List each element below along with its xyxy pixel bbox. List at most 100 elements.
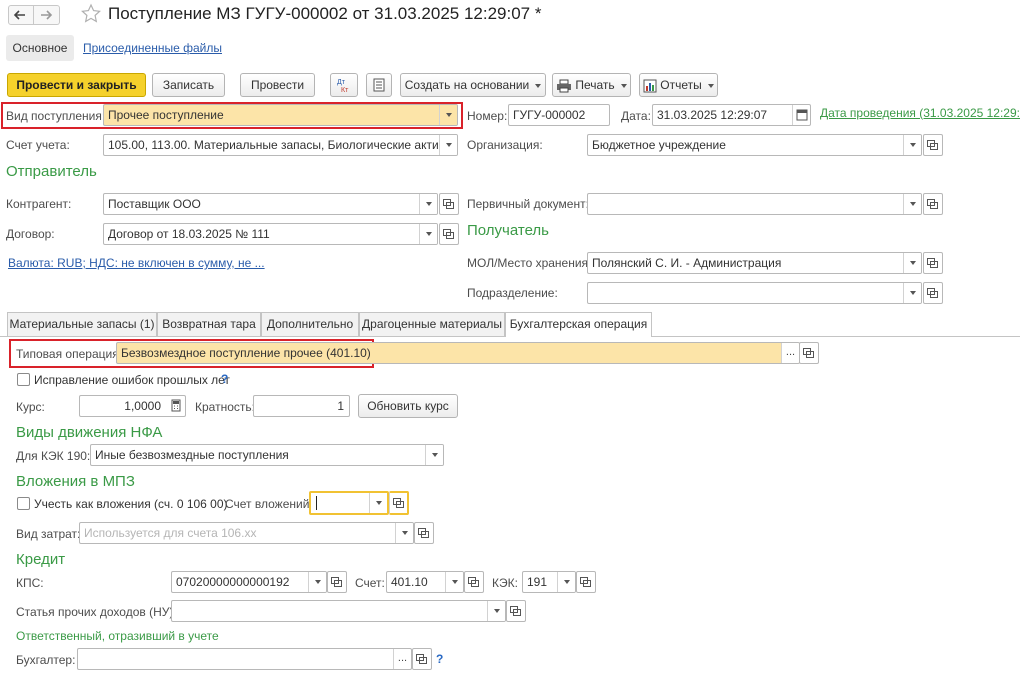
create-based-on-button[interactable]: Создать на основании (400, 73, 546, 97)
chevron-down-icon[interactable] (445, 572, 463, 592)
save-button[interactable]: Записать (152, 73, 225, 97)
investment-account-open-button[interactable] (389, 491, 409, 515)
nav-tab-attached-files[interactable]: Присоединенные файлы (83, 41, 222, 55)
primary-doc-select[interactable] (587, 193, 922, 215)
chevron-down-icon[interactable] (487, 601, 505, 621)
forward-button[interactable] (34, 5, 60, 25)
chevron-down-icon[interactable] (395, 523, 413, 543)
counterparty-select[interactable]: Поставщик ООО (103, 193, 438, 215)
kek-190-select[interactable]: Иные безвозмездные поступления (90, 444, 444, 466)
primary-doc-open-button[interactable] (923, 193, 943, 215)
print-button[interactable]: Печать (552, 73, 631, 97)
investment-account-select[interactable] (309, 491, 389, 515)
organization-label: Организация: (467, 138, 543, 152)
date-input[interactable]: 31.03.2025 12:29:07 (652, 104, 811, 126)
chevron-down-icon[interactable] (439, 105, 457, 125)
rate-input[interactable]: 1,0000 (79, 395, 186, 417)
counterparty-label: Контрагент: (6, 197, 72, 211)
post-button[interactable]: Провести (240, 73, 315, 97)
chevron-down-icon (707, 83, 714, 88)
number-label: Номер: (467, 109, 508, 123)
chevron-down-icon[interactable] (903, 253, 921, 273)
counterparty-open-button[interactable] (439, 193, 459, 215)
dt-kt-icon: ДтКт (337, 79, 349, 94)
other-income-open-button[interactable] (506, 600, 526, 622)
investments-section-title: Вложения в МПЗ (16, 473, 135, 490)
typical-operation-open-button[interactable] (799, 342, 819, 364)
list-button[interactable] (366, 73, 392, 97)
investment-account-label: Счет вложений: (225, 497, 313, 511)
text-cursor (316, 496, 317, 510)
tab-precious-materials[interactable]: Драгоценные материалы (359, 312, 505, 336)
mol-select[interactable]: Полянский С. И. - Администрация (587, 252, 922, 274)
chevron-down-icon (620, 83, 627, 88)
chevron-down-icon[interactable] (903, 283, 921, 303)
account-select[interactable]: 105.00, 113.00. Материальные запасы, Био… (103, 134, 458, 156)
tab-accounting-operation[interactable]: Бухгалтерская операция (505, 312, 652, 337)
organization-open-button[interactable] (923, 134, 943, 156)
cost-type-open-button[interactable] (414, 522, 434, 544)
back-button[interactable] (8, 5, 34, 25)
contract-open-button[interactable] (439, 223, 459, 245)
kps-select[interactable]: 07020000000000192 (171, 571, 327, 593)
cost-type-select[interactable]: Используется для счета 106.хх (79, 522, 414, 544)
number-input[interactable]: ГУГУ-000002 (508, 104, 610, 126)
accountant-open-button[interactable] (412, 648, 432, 670)
report-chart-icon (643, 79, 657, 93)
more-ellipsis-icon[interactable]: ... (393, 649, 411, 669)
credit-kek-open-button[interactable] (576, 571, 596, 593)
kek-190-label: Для КЭК 190: (16, 449, 91, 463)
account-label: Счет учета: (6, 138, 70, 152)
tab-additional[interactable]: Дополнительно (261, 312, 359, 336)
tab-material-stocks[interactable]: Материальные запасы (1) (7, 312, 157, 336)
chevron-down-icon[interactable] (419, 194, 437, 214)
typical-operation-select[interactable]: Безвозмездное поступление прочее (401.10… (116, 342, 800, 364)
credit-account-label: Счет: (355, 576, 385, 590)
chevron-down-icon[interactable] (425, 445, 443, 465)
fix-errors-checkbox[interactable] (17, 373, 30, 386)
credit-section-title: Кредит (16, 551, 66, 568)
contract-select[interactable]: Договор от 18.03.2025 № 111 (103, 223, 438, 245)
receipt-type-select[interactable]: Прочее поступление (103, 104, 458, 126)
chevron-down-icon[interactable] (308, 572, 326, 592)
calculator-icon[interactable] (167, 396, 185, 416)
chevron-down-icon[interactable] (419, 224, 437, 244)
chevron-down-icon[interactable] (557, 572, 575, 592)
kps-open-button[interactable] (327, 571, 347, 593)
accountant-label: Бухгалтер: (16, 653, 76, 667)
other-income-select[interactable] (171, 600, 506, 622)
credit-kek-select[interactable]: 191 (522, 571, 576, 593)
credit-account-select[interactable]: 401.10 (386, 571, 464, 593)
fix-errors-label: Исправление ошибок прошлых лет (34, 373, 230, 387)
posting-date-link[interactable]: Дата проведения (31.03.2025 12:29:07) (820, 106, 1020, 120)
more-ellipsis-icon[interactable]: ... (781, 343, 799, 363)
organization-select[interactable]: Бюджетное учреждение (587, 134, 922, 156)
credit-account-open-button[interactable] (464, 571, 484, 593)
fix-errors-help-icon[interactable]: ? (221, 372, 228, 386)
nfa-section-title: Виды движения НФА (16, 424, 163, 441)
chevron-down-icon (535, 83, 542, 88)
reports-button[interactable]: Отчеты (639, 73, 718, 97)
update-rate-button[interactable]: Обновить курс (358, 394, 458, 418)
calendar-icon[interactable] (792, 105, 810, 125)
mol-open-button[interactable] (923, 252, 943, 274)
chevron-down-icon[interactable] (369, 493, 387, 513)
account-as-investments-checkbox[interactable] (17, 497, 30, 510)
favorite-star-icon[interactable] (80, 3, 102, 25)
accountant-select[interactable]: ... (77, 648, 412, 670)
chevron-down-icon[interactable] (439, 135, 457, 155)
accountant-help-icon[interactable]: ? (436, 652, 443, 666)
mol-label: МОЛ/Место хранения: (467, 256, 592, 270)
dt-kt-button[interactable]: Дт Кт (330, 73, 358, 97)
currency-vat-link[interactable]: Валюта: RUB; НДС: не включен в сумму, не… (8, 256, 265, 270)
post-and-close-button[interactable]: Провести и закрыть (7, 73, 146, 97)
credit-kek-label: КЭК: (492, 576, 518, 590)
chevron-down-icon[interactable] (903, 135, 921, 155)
department-select[interactable] (587, 282, 922, 304)
department-open-button[interactable] (923, 282, 943, 304)
department-label: Подразделение: (467, 286, 558, 300)
chevron-down-icon[interactable] (903, 194, 921, 214)
multiplicity-input[interactable]: 1 (253, 395, 350, 417)
nav-tab-main[interactable]: Основное (6, 35, 74, 61)
tab-returnable-containers[interactable]: Возвратная тара (157, 312, 261, 336)
